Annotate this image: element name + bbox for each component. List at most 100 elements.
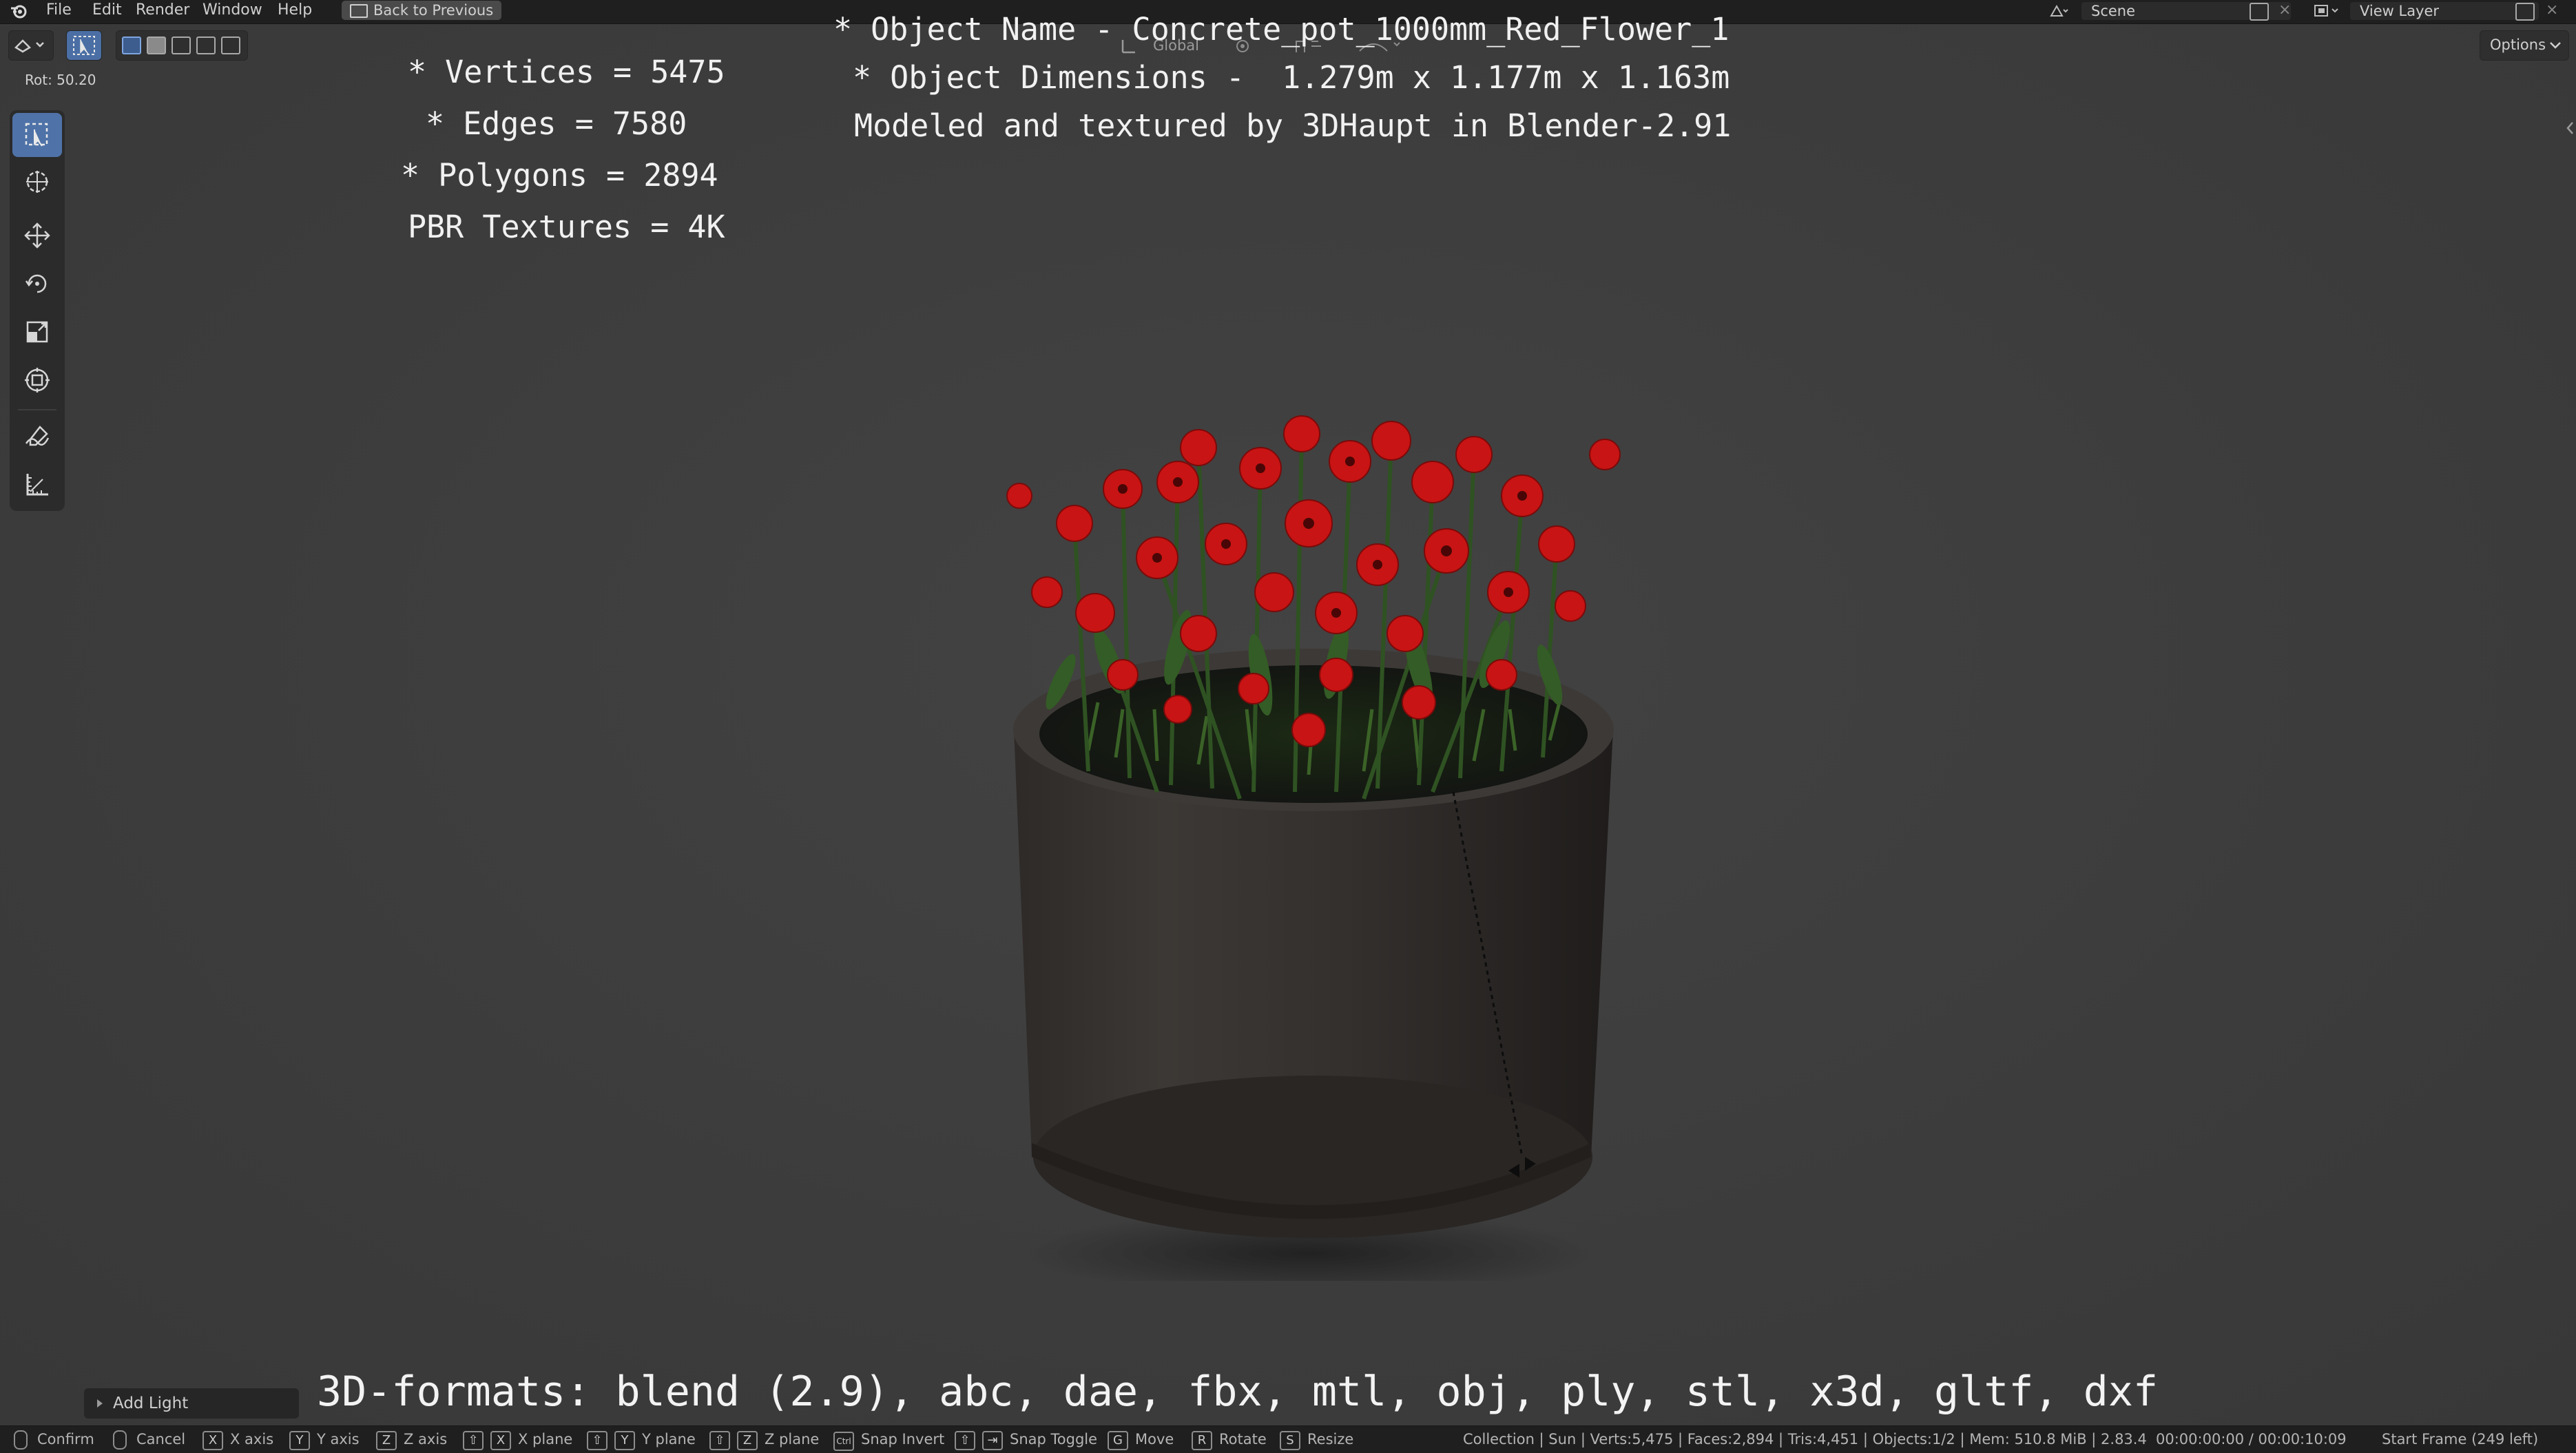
credit-line: Modeled and textured by 3DHaupt in Blend… — [854, 107, 1732, 144]
menu-help[interactable]: Help — [278, 0, 312, 21]
chevron-right-icon — [97, 1399, 103, 1408]
cursor-icon — [26, 171, 48, 193]
key-y: Y — [289, 1431, 310, 1450]
toolbar-divider — [18, 409, 56, 410]
tool-move[interactable] — [12, 213, 62, 258]
options-dropdown[interactable]: Options — [2480, 30, 2569, 61]
scale-icon — [26, 321, 48, 343]
measure-icon — [26, 474, 48, 496]
back-to-previous-label: Back to Previous — [373, 2, 494, 19]
menu-file[interactable]: File — [46, 0, 72, 21]
status-x-axis: X X axis — [202, 1426, 273, 1453]
blender-logo-icon[interactable] — [10, 2, 28, 20]
tool-scale[interactable] — [12, 310, 62, 354]
tool-select-box[interactable] — [12, 113, 62, 157]
close-scene-icon[interactable]: × — [2278, 1, 2291, 19]
tool-cursor[interactable] — [12, 160, 62, 204]
key-s: S — [1280, 1431, 1300, 1450]
status-confirm: Confirm — [14, 1426, 94, 1453]
status-x-axis-label: X axis — [230, 1431, 274, 1447]
transform-icon — [25, 368, 50, 393]
scene-name: Scene — [2091, 3, 2136, 19]
new-scene-icon[interactable] — [2250, 3, 2269, 21]
key-x: X — [490, 1431, 511, 1450]
view-layer-type-icon[interactable] — [2313, 3, 2342, 19]
tool-annotate[interactable] — [12, 415, 62, 459]
status-y-plane-label: Y plane — [642, 1431, 696, 1447]
vertices-count: * Vertices = 5475 — [408, 54, 725, 90]
scene-type-icon[interactable] — [2048, 3, 2069, 19]
status-y-axis-label: Y axis — [317, 1431, 360, 1447]
status-cancel-label: Cancel — [136, 1431, 186, 1447]
key-z: Z — [376, 1431, 397, 1450]
tool-shelf — [10, 110, 65, 511]
tool-measure[interactable] — [12, 463, 62, 507]
key-z: Z — [737, 1431, 758, 1450]
menu-render[interactable]: Render — [136, 0, 189, 21]
sidebar-toggle-icon[interactable] — [2565, 120, 2575, 136]
key-ctrl: Ctrl — [833, 1432, 854, 1451]
selection-mode-subtract-icon[interactable] — [172, 36, 191, 54]
key-shift: ⇧ — [709, 1431, 730, 1450]
status-z-plane-label: Z plane — [765, 1431, 820, 1447]
timecode: 00:00:00:00 / 00:00:10:09 — [2156, 1431, 2347, 1447]
key-x: X — [202, 1431, 223, 1450]
key-shift: ⇧ — [587, 1431, 607, 1450]
edges-count: * Edges = 7580 — [426, 105, 687, 142]
status-cancel: Cancel — [113, 1426, 185, 1453]
texture-resolution: PBR Textures = 4K — [408, 209, 725, 245]
status-z-axis-label: Z axis — [404, 1431, 448, 1447]
status-z-plane: ⇧ Z Z plane — [709, 1426, 819, 1453]
options-label: Options — [2490, 36, 2546, 53]
object-dimensions: * Object Dimensions - 1.279m x 1.177m x … — [853, 59, 1730, 96]
status-z-axis: Z Z axis — [376, 1426, 447, 1453]
status-resize-label: Resize — [1307, 1431, 1354, 1447]
select-box-icon — [25, 123, 48, 147]
key-r: R — [1192, 1431, 1212, 1450]
status-rotate-label: Rotate — [1219, 1431, 1267, 1447]
status-move: G Move — [1108, 1426, 1174, 1453]
mouse-right-icon — [113, 1430, 127, 1450]
key-tab: ⇥ — [982, 1431, 1003, 1450]
fullscreen-icon — [350, 4, 368, 18]
file-formats-caption: 3D-formats: blend (2.9), abc, dae, fbx, … — [317, 1368, 2159, 1416]
start-frame: Start Frame (249 left) — [2382, 1431, 2539, 1447]
editor-type-button[interactable] — [8, 30, 54, 61]
menu-window[interactable]: Window — [202, 0, 262, 21]
status-resize: S Resize — [1280, 1426, 1353, 1453]
new-view-layer-icon[interactable] — [2515, 3, 2535, 21]
back-to-previous-button[interactable]: Back to Previous — [342, 1, 502, 20]
selection-mode-group — [116, 30, 248, 61]
selection-mode-invert-icon[interactable] — [196, 36, 216, 54]
rotation-readout: Rot: 50.20 — [25, 72, 96, 88]
scene-statistics: Collection | Sun | Verts:5,475 | Faces:2… — [1463, 1431, 2147, 1447]
editor-type-icon — [14, 39, 44, 53]
select-tool-button[interactable] — [66, 30, 102, 61]
status-rotate: R Rotate — [1192, 1426, 1267, 1453]
status-snap-toggle: ⇧ ⇥ Snap Toggle — [955, 1426, 1097, 1453]
key-shift: ⇧ — [955, 1431, 975, 1450]
add-light-panel[interactable]: Add Light — [84, 1388, 299, 1419]
annotate-icon — [25, 426, 50, 446]
view-layer-selector[interactable]: View Layer — [2350, 2, 2539, 20]
selection-mode-intersect-icon[interactable] — [221, 36, 240, 54]
status-snap-invert: Ctrl Snap Invert — [833, 1426, 944, 1453]
status-move-label: Move — [1135, 1431, 1174, 1447]
key-shift: ⇧ — [463, 1431, 484, 1450]
status-snap-toggle-label: Snap Toggle — [1010, 1431, 1098, 1447]
tool-transform[interactable] — [12, 358, 62, 402]
view-layer-name: View Layer — [2360, 3, 2440, 19]
tool-rotate[interactable] — [12, 262, 62, 306]
concrete-pot-red-flowers-model[interactable] — [951, 386, 1694, 1295]
polygons-count: * Polygons = 2894 — [401, 157, 718, 194]
selection-mode-extend-icon[interactable] — [147, 36, 166, 54]
rotate-icon — [25, 274, 47, 293]
chevron-down-icon — [2550, 42, 2561, 49]
selection-mode-new-icon[interactable] — [122, 36, 141, 54]
key-y: Y — [614, 1431, 635, 1450]
object-name: * Object Name - Concrete_pot_1000mm_Red_… — [833, 11, 1730, 48]
status-x-plane: ⇧ X X plane — [463, 1426, 572, 1453]
close-view-layer-icon[interactable]: × — [2546, 1, 2558, 19]
add-light-label: Add Light — [113, 1394, 189, 1412]
menu-edit[interactable]: Edit — [92, 0, 122, 21]
